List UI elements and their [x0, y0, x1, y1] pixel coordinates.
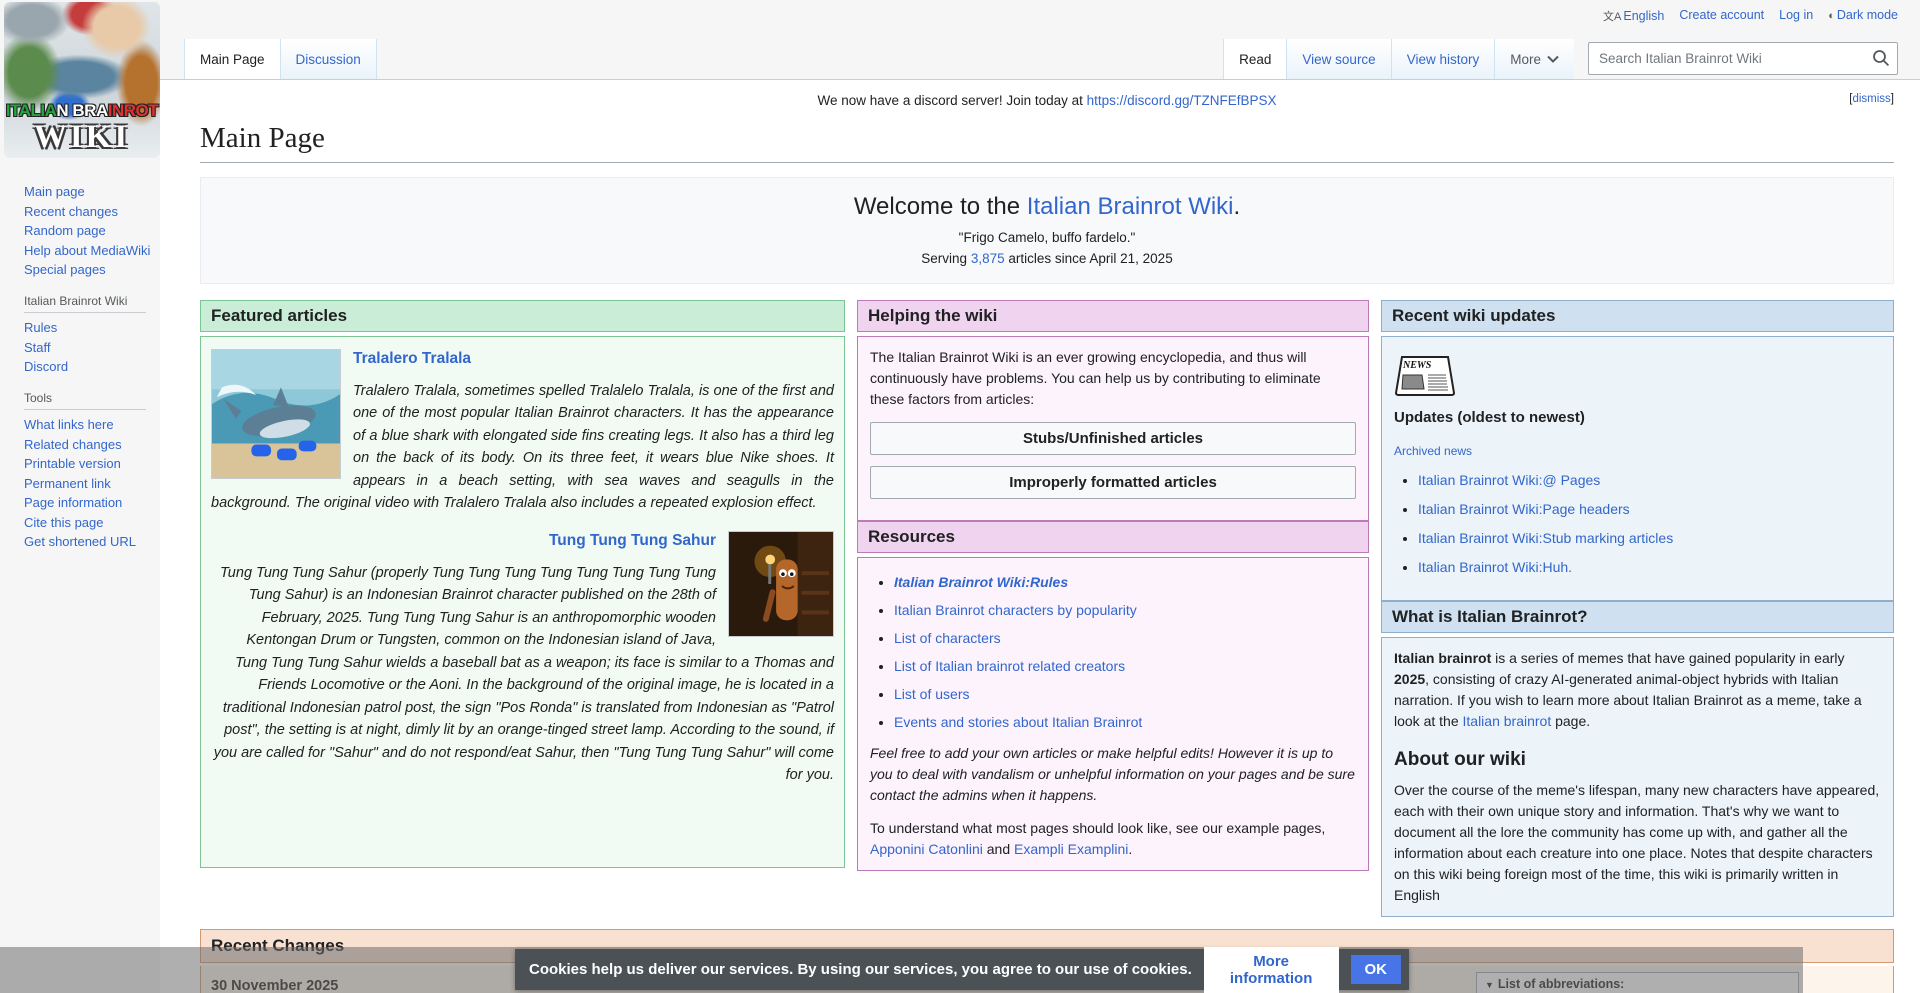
welcome-heading: Welcome to the Italian Brainrot Wiki.	[201, 193, 1893, 221]
resource-characters-link[interactable]: List of characters	[894, 630, 1001, 646]
sidebar-section-wiki: Italian Brainrot Wiki	[24, 294, 146, 313]
exampli-examplini-link[interactable]: Exampli Examplini	[1014, 841, 1128, 857]
wiki-logo[interactable]: ITALIAN BRAINROT WIKI	[4, 2, 160, 158]
about-our-wiki-heading: About our wiki	[1394, 746, 1881, 775]
resource-popularity-link[interactable]: Italian Brainrot characters by popularit…	[894, 602, 1137, 618]
sidebar-item-recent-changes[interactable]: Recent changes	[24, 204, 118, 219]
log-in-link[interactable]: Log in	[1779, 8, 1813, 24]
tab-discussion[interactable]: Discussion	[280, 39, 377, 79]
sitenotice-banner: We now have a discord server! Join today…	[200, 80, 1894, 108]
tab-view-source[interactable]: View source	[1286, 39, 1390, 79]
resource-events-link[interactable]: Events and stories about Italian Brainro…	[894, 714, 1142, 730]
featured-entry-tralalero: Tralalero Tralala Tralalero Tralala, som…	[211, 347, 834, 515]
what-is-italian-brainrot-header: What is Italian Brainrot?	[1381, 601, 1894, 633]
sidebar-item-cite-this-page[interactable]: Cite this page	[24, 515, 104, 530]
search-button[interactable]	[1872, 49, 1890, 70]
recent-updates-column: Recent wiki updates NEWS Updates (oldest…	[1381, 300, 1894, 917]
personal-bar: 文AEnglish Create account Log in ◐Dark mo…	[1603, 8, 1898, 24]
apponini-catonlini-link[interactable]: Apponini Catonlini	[870, 841, 983, 857]
sidebar-item-related-changes[interactable]: Related changes	[24, 437, 122, 452]
sidebar: Main page Recent changes Random page Hel…	[24, 185, 160, 566]
update-stub-marking-link[interactable]: Italian Brainrot Wiki:Stub marking artic…	[1418, 530, 1673, 546]
update-page-headers-link[interactable]: Italian Brainrot Wiki:Page headers	[1418, 501, 1630, 517]
tung-tung-tung-sahur-image[interactable]	[728, 531, 834, 637]
cookie-ok-button[interactable]: OK	[1351, 955, 1402, 984]
language-icon: 文A	[1603, 11, 1621, 23]
tab-read[interactable]: Read	[1223, 39, 1286, 79]
helping-the-wiki-column: Helping the wiki The Italian Brainrot Wi…	[857, 300, 1369, 871]
update-at-pages-link[interactable]: Italian Brainrot Wiki:@ Pages	[1418, 472, 1600, 488]
example-pages-text: To understand what most pages should loo…	[870, 818, 1356, 860]
logo-title: ITALIAN BRAINROT	[6, 102, 158, 120]
featured-articles-header: Featured articles	[200, 300, 845, 332]
italian-brainrot-page-link[interactable]: Italian brainrot	[1463, 713, 1552, 729]
update-huh-link[interactable]: Italian Brainrot Wiki:Huh.	[1418, 559, 1572, 575]
cookie-consent-banner: Cookies help us deliver our services. By…	[515, 949, 1409, 990]
stubs-articles-button[interactable]: Stubs/Unfinished articles	[870, 422, 1356, 455]
language-link[interactable]: 文AEnglish	[1603, 8, 1664, 24]
resources-header: Resources	[857, 521, 1369, 553]
sidebar-item-page-information[interactable]: Page information	[24, 495, 122, 510]
logo-subtitle: WIKI	[34, 120, 130, 154]
what-is-italian-brainrot-text: Italian brainrot is a series of memes th…	[1394, 648, 1881, 732]
recent-wiki-updates-header: Recent wiki updates	[1381, 300, 1894, 332]
tralalero-tralala-image[interactable]	[211, 349, 341, 479]
sidebar-item-random-page[interactable]: Random page	[24, 223, 106, 238]
search-input[interactable]	[1588, 42, 1898, 75]
resource-users-link[interactable]: List of users	[894, 686, 969, 702]
resource-creators-link[interactable]: List of Italian brainrot related creator…	[894, 658, 1125, 674]
dark-mode-toggle[interactable]: ◐Dark mode	[1828, 8, 1898, 24]
article-count-line: Serving 3,875 articles since April 21, 2…	[201, 251, 1893, 266]
sidebar-item-printable-version[interactable]: Printable version	[24, 456, 121, 471]
sidebar-item-get-shortened-url[interactable]: Get shortened URL	[24, 534, 136, 549]
page-title: Main Page	[200, 122, 1894, 163]
page-content: We now have a discord server! Join today…	[160, 80, 1920, 993]
sidebar-item-staff[interactable]: Staff	[24, 340, 51, 355]
wiki-home-link[interactable]: Italian Brainrot Wiki	[1027, 193, 1234, 220]
sidebar-item-what-links-here[interactable]: What links here	[24, 417, 114, 432]
dismiss-control: [dismiss]	[1849, 93, 1894, 105]
more-information-button[interactable]: More information	[1204, 947, 1339, 993]
main-area: 文AEnglish Create account Log in ◐Dark mo…	[160, 0, 1920, 993]
article-count-link[interactable]: 3,875	[971, 251, 1005, 266]
sidebar-item-special-pages[interactable]: Special pages	[24, 262, 106, 277]
welcome-tagline: "Frigo Camelo, buffo fardelo."	[201, 230, 1893, 245]
svg-text:NEWS: NEWS	[1402, 360, 1432, 371]
sidebar-item-permanent-link[interactable]: Permanent link	[24, 476, 111, 491]
tab-main-page[interactable]: Main Page	[184, 39, 280, 79]
updates-title: Updates (oldest to newest)	[1394, 407, 1881, 430]
helping-the-wiki-header: Helping the wiki	[857, 300, 1369, 332]
dark-mode-icon: ◐	[1828, 10, 1835, 22]
about-our-wiki-text: Over the course of the meme's lifespan, …	[1394, 780, 1881, 906]
helping-intro-text: The Italian Brainrot Wiki is an ever gro…	[870, 347, 1356, 410]
sidebar-item-help-mediawiki[interactable]: Help about MediaWiki	[24, 243, 150, 258]
improperly-formatted-button[interactable]: Improperly formatted articles	[870, 466, 1356, 499]
chevron-down-icon	[1547, 55, 1559, 63]
resource-rules-link[interactable]: Italian Brainrot Wiki:Rules	[894, 574, 1068, 590]
featured-entry-tung: Tung Tung Tung Sahur Tung Tung Tung Sahu…	[211, 529, 834, 787]
sitenotice-text: We now have a discord server! Join today…	[818, 93, 1087, 108]
featured-articles-column: Featured articles	[200, 300, 845, 868]
tab-view-history[interactable]: View history	[1391, 39, 1495, 79]
search-icon	[1872, 49, 1890, 67]
feel-free-text: Feel free to add your own articles or ma…	[870, 743, 1356, 806]
create-account-link[interactable]: Create account	[1679, 8, 1764, 24]
tab-more-menu[interactable]: More	[1494, 39, 1574, 79]
sidebar-item-rules[interactable]: Rules	[24, 320, 57, 335]
sidebar-item-main-page[interactable]: Main page	[24, 184, 85, 199]
sidebar-item-discord[interactable]: Discord	[24, 359, 68, 374]
archived-news-link[interactable]: Archived news	[1394, 442, 1472, 460]
dismiss-link[interactable]: dismiss	[1852, 93, 1890, 105]
welcome-banner: Welcome to the Italian Brainrot Wiki. "F…	[200, 177, 1894, 284]
discord-invite-link[interactable]: https://discord.gg/TZNFEfBPSX	[1087, 93, 1277, 108]
newspaper-icon: NEWS	[1394, 355, 1456, 397]
cookie-consent-text: Cookies help us deliver our services. By…	[529, 961, 1192, 978]
sidebar-section-tools: Tools	[24, 391, 146, 410]
